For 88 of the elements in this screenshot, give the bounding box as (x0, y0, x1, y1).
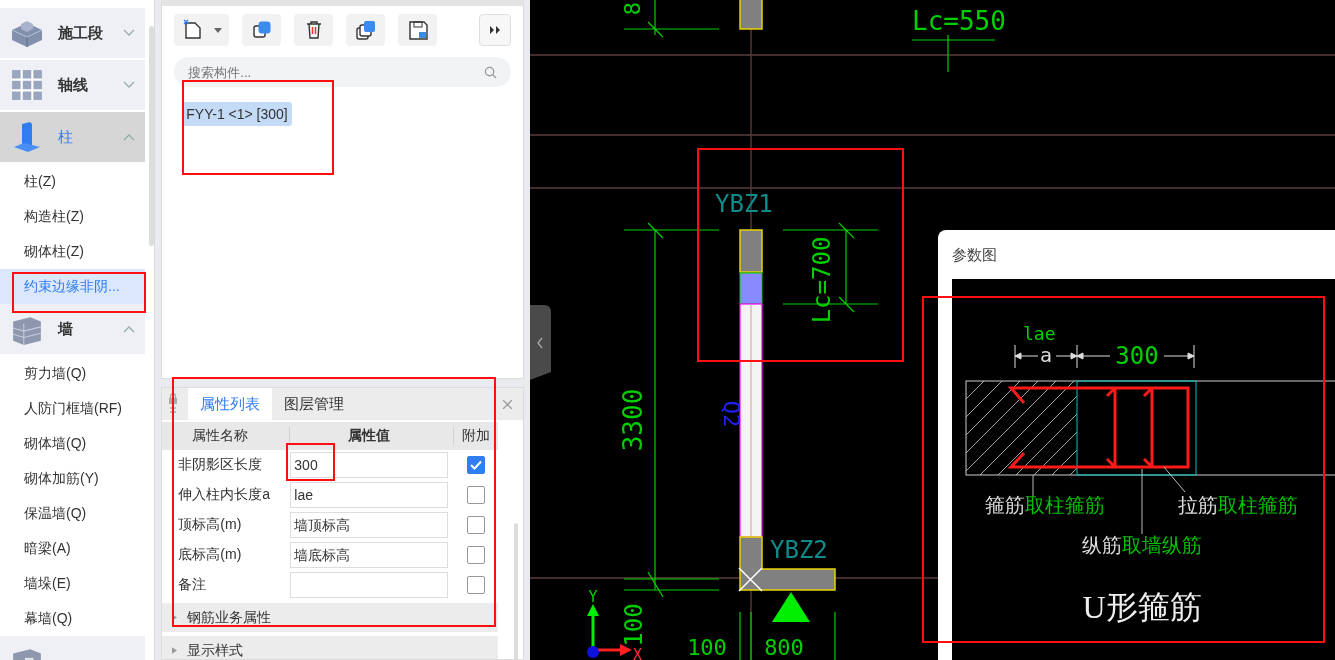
caret-icon (213, 27, 222, 33)
rebar-note: 箍筋取柱箍筋 (985, 494, 1105, 516)
layers-icon (354, 19, 377, 41)
axis-label: X (633, 646, 643, 660)
section-label: 显示样式 (187, 641, 244, 659)
delete-button[interactable] (294, 14, 334, 46)
column-header: 附加 (461, 427, 492, 445)
copy-layers-button[interactable] (346, 14, 386, 46)
category-label: 柱 (58, 127, 74, 147)
panel-tab[interactable]: 图层管理 (272, 388, 357, 420)
rebar-note: 拉筋取柱箍筋 (1178, 494, 1298, 516)
dimension-text: 300 (1115, 342, 1159, 370)
dimension-text: Lc=550 (912, 6, 1006, 36)
diagram-caption: U形箍筋 (1082, 589, 1202, 625)
wall-label: Q2 (719, 400, 744, 428)
section-header[interactable]: 显示样式 (162, 636, 499, 659)
column-shape (739, 229, 763, 273)
copy-icon (250, 19, 273, 41)
category-item[interactable]: 保温墙(Q) (0, 496, 145, 531)
copy-button[interactable] (242, 14, 282, 46)
property-name: 顶标高(m) (177, 516, 243, 534)
category-label: 墙 (58, 319, 74, 339)
double-arrow-icon (489, 26, 501, 34)
search-icon (484, 66, 497, 79)
dimension-text: 800 (764, 635, 804, 660)
close-icon[interactable] (502, 398, 513, 410)
check-icon (470, 460, 483, 470)
window-title: 参数图 (951, 245, 998, 265)
category-item[interactable]: 剪力墙(Q) (0, 356, 145, 391)
category-item[interactable]: 砌体柱(Z) (0, 234, 145, 269)
category-item[interactable]: 砌体墙(Q) (0, 426, 145, 461)
category-header[interactable]: 轴线 (0, 60, 145, 110)
collapse-handle[interactable] (530, 305, 551, 380)
category-item[interactable]: 砌体加筋(Y) (0, 461, 145, 496)
property-name: 伸入柱内长度a (177, 486, 272, 504)
category-label: 轴线 (58, 75, 89, 95)
property-name: 底标高(m) (177, 546, 243, 564)
lock-icon[interactable] (168, 393, 179, 415)
property-name: 备注 (177, 576, 208, 594)
column-label: YBZ1 (715, 190, 773, 218)
property-name: 非阴影区长度 (177, 456, 264, 474)
category-item[interactable]: 幕墙(Q) (0, 601, 145, 636)
grid-icon (10, 69, 44, 101)
dimension-text: 100 (620, 603, 648, 647)
column-label: YBZ2 (770, 536, 828, 564)
category-item[interactable]: 柱(Z) (0, 164, 145, 199)
category-item[interactable]: 墙垛(E) (0, 566, 145, 601)
checkbox[interactable] (467, 486, 486, 504)
section-header[interactable]: 钢筋业务属性 (162, 603, 499, 632)
property-value-field[interactable] (290, 572, 449, 598)
new-file-icon (181, 19, 204, 41)
save-button[interactable] (398, 14, 438, 46)
rebar-note: 纵筋取墙纵筋 (1082, 534, 1202, 556)
search-field[interactable]: 搜索构件... (174, 57, 511, 87)
checkbox[interactable] (467, 516, 486, 534)
expand-button[interactable] (479, 14, 511, 46)
checkbox[interactable] (467, 456, 486, 474)
category-header[interactable]: 施工段 (0, 8, 145, 58)
category-item[interactable]: 构造柱(Z) (0, 199, 145, 234)
category-label: 施工段 (58, 23, 104, 43)
non-shadow-area-shape (739, 272, 763, 305)
scrollbar[interactable] (149, 26, 154, 246)
column-header: 属性名称 (162, 427, 291, 445)
dimension-text: a (1040, 343, 1052, 367)
property-value-field[interactable]: lae (290, 482, 449, 508)
dimension-text: 3300 (618, 388, 648, 452)
dimension-text: 8 (620, 2, 645, 16)
category-header[interactable]: 墙 (0, 304, 145, 354)
component-item[interactable]: FYY-1 <1> [300] (182, 102, 292, 126)
triangle-marker (772, 592, 810, 622)
column-shape (739, 0, 763, 30)
save-icon (406, 19, 429, 41)
checkbox[interactable] (467, 576, 486, 594)
property-value-field[interactable]: 墙顶标高 (290, 512, 449, 538)
dimension-text: Lc=700 (808, 236, 836, 324)
property-value-field[interactable]: 墙底标高 (290, 542, 449, 568)
dimension-text: 100 (687, 635, 727, 660)
axis-label: Y (588, 588, 598, 606)
property-value-field[interactable]: 300 (290, 452, 449, 478)
column-header: 属性值 (290, 427, 455, 445)
checkbox[interactable] (467, 546, 486, 564)
category-item[interactable]: 人防门框墙(RF) (0, 391, 145, 426)
new-component-button[interactable] (174, 14, 230, 46)
anchor-label: lae (1023, 323, 1056, 344)
scrollbar[interactable] (514, 523, 518, 659)
category-item[interactable]: 暗梁(A) (0, 531, 145, 566)
section-label: 钢筋业务属性 (187, 608, 272, 627)
panel-tab[interactable]: 属性列表 (188, 388, 273, 420)
